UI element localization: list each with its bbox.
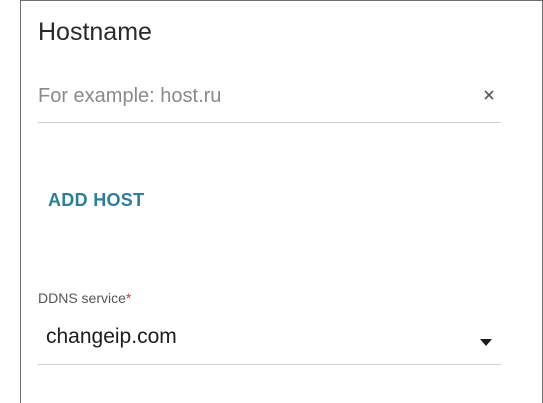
- panel-top-border: [20, 0, 543, 1]
- required-marker: *: [125, 290, 132, 306]
- hostname-field: [38, 80, 501, 123]
- hostname-section-title: Hostname: [38, 18, 152, 46]
- ddns-service-label: DDNS service*: [38, 289, 131, 307]
- ddns-service-label-text: DDNS service: [38, 290, 126, 306]
- add-host-button[interactable]: ADD HOST: [48, 188, 144, 212]
- caret-down-icon: [479, 334, 493, 346]
- close-icon[interactable]: [480, 86, 498, 104]
- ddns-service-selected-value: changeip.com: [46, 325, 177, 348]
- hostname-input[interactable]: [38, 80, 468, 112]
- ddns-service-select[interactable]: changeip.com: [38, 316, 501, 365]
- panel-left-border: [20, 0, 21, 403]
- hostname-settings-panel: Hostname ADD HOST DDNS service* changeip…: [0, 0, 543, 403]
